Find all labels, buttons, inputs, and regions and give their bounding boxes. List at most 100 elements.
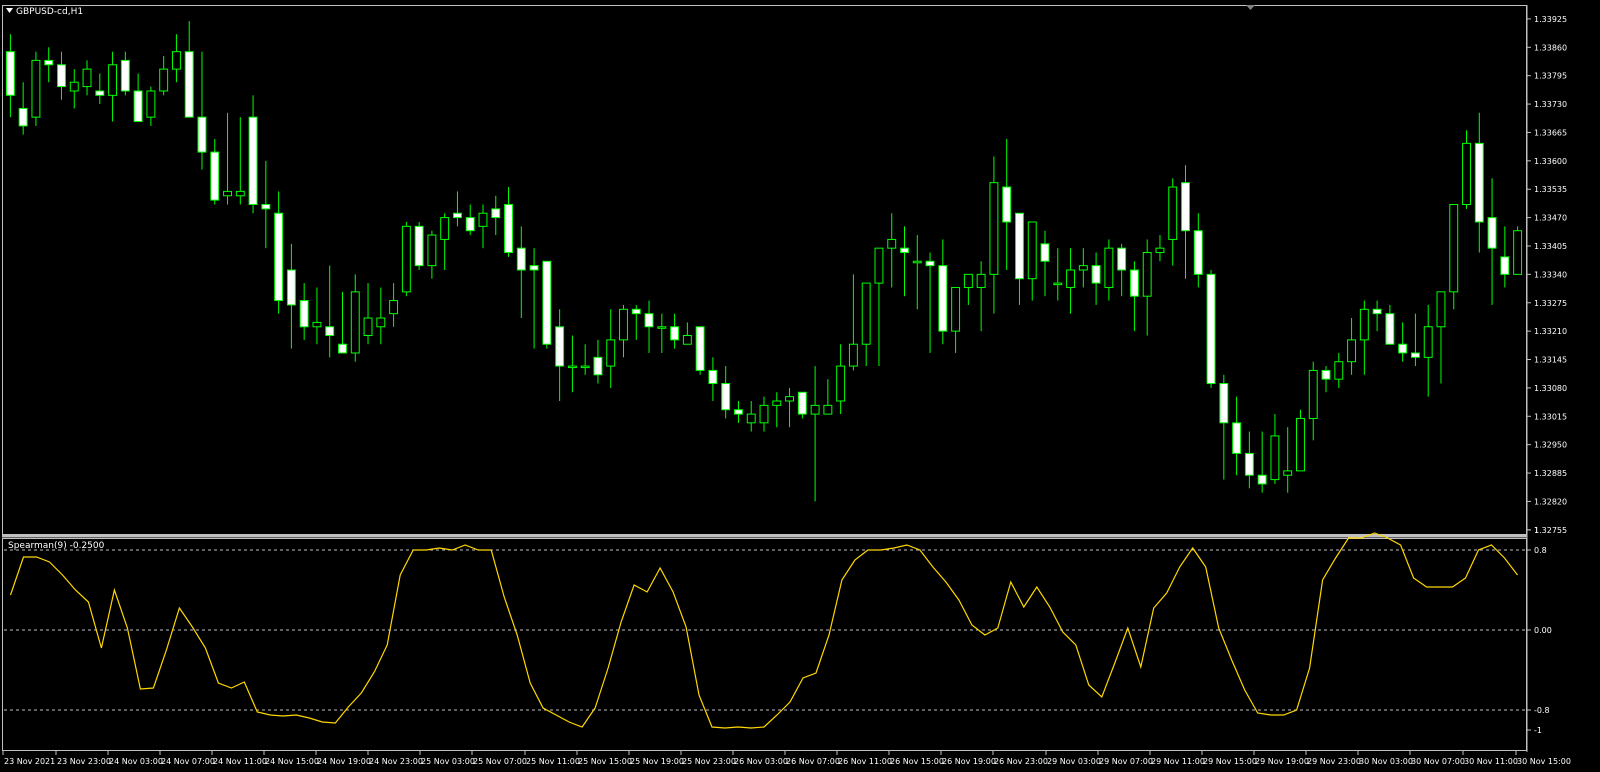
candle [1462, 130, 1471, 209]
indicator-tick-label: -0.8 [1534, 706, 1550, 715]
candle-body-bear [631, 308, 641, 315]
candle-body-bull [619, 308, 628, 341]
candle [721, 366, 731, 419]
candle-body-bull [363, 317, 373, 336]
candle-body-bull [785, 396, 795, 402]
candle-body-bull [1449, 204, 1459, 293]
candle [452, 191, 462, 227]
candle-body-bear [695, 326, 705, 371]
candle [1449, 204, 1459, 310]
candle-body-bear [1321, 369, 1331, 380]
time-tick-label: 29 Nov 19:00 [1255, 757, 1309, 766]
candle [1410, 313, 1420, 367]
candle [1474, 112, 1484, 253]
shift-marker-icon[interactable] [1246, 5, 1255, 10]
candle-body-bear [1040, 243, 1050, 262]
chart-window[interactable]: 1.33925 1.33860 1.33795 1.33730 1.33665 1.336… [0, 0, 1600, 768]
indicator-axis: 1 0.8 0.00 -0.8 -1 [1527, 526, 1552, 735]
candle-body-bull [657, 326, 667, 329]
price-tick-label: 1.32950 [1534, 441, 1567, 450]
candle [1015, 212, 1024, 305]
symbol-menu-triangle-icon[interactable] [6, 8, 13, 13]
candle [69, 69, 79, 109]
candle-body-bear [452, 212, 462, 219]
time-tick-label: 30 Nov 15:00 [1517, 757, 1571, 766]
symbol-label[interactable]: GBPUSD-cd,H1 [16, 7, 83, 17]
candle [57, 51, 66, 100]
candle-body-bear [708, 369, 718, 385]
candle [478, 204, 488, 249]
indicator-levels [4, 549, 1526, 711]
candle-body-bull [976, 273, 986, 288]
candle [108, 51, 118, 122]
candle-body-bear [1398, 343, 1408, 354]
candle [1155, 235, 1165, 262]
candle-body-bear [555, 326, 565, 367]
candle [593, 339, 603, 384]
candle-body-bear [133, 90, 143, 123]
indicator-label: Spearman(9) -0.2500 [8, 541, 105, 551]
time-tick-label: 23 Nov 2021 [4, 757, 55, 766]
candle-body-bear [900, 247, 909, 254]
candle-body-bull [912, 260, 922, 264]
candle [861, 282, 871, 367]
candle-body-bear [542, 260, 552, 345]
indicator-layer [9, 532, 1518, 729]
time-tick-label: 30 Nov 11:00 [1464, 757, 1518, 766]
indicator-tick-label: -1 [1534, 726, 1542, 735]
candle [529, 248, 539, 349]
price-tick-label: 1.33860 [1534, 43, 1567, 52]
chart-canvas[interactable]: 1.33925 1.33860 1.33795 1.33730 1.33665 1.336… [0, 0, 1600, 768]
candle-body-bear [1091, 265, 1101, 284]
candle [1513, 226, 1523, 275]
candle-body-bull [146, 90, 156, 118]
price-tick-label: 1.33275 [1534, 299, 1567, 308]
time-tick-label: 29 Nov 23:00 [1307, 757, 1361, 766]
candle [171, 34, 181, 83]
candle-body-bull [1296, 417, 1305, 472]
candle-body-bull [1066, 269, 1076, 288]
candle-body-bull [772, 400, 782, 406]
candle-body-bull [861, 282, 871, 345]
candle [1283, 427, 1293, 493]
candle-body-bull [1359, 308, 1369, 341]
candle [1040, 230, 1050, 297]
candle-body-bear [1002, 186, 1012, 223]
candle-body-bull [887, 238, 897, 249]
candle [1270, 414, 1280, 484]
candle [286, 243, 296, 349]
candle [580, 344, 590, 375]
candle [1372, 300, 1382, 332]
candle [644, 300, 654, 353]
candle [363, 283, 373, 345]
price-tick-label: 1.33080 [1534, 384, 1567, 393]
candle [1500, 226, 1510, 288]
candle-body-bear [120, 59, 130, 92]
time-tick-label: 25 Nov 23:00 [682, 757, 736, 766]
candle [197, 51, 207, 170]
candle [120, 51, 130, 96]
candle-body-bear [5, 51, 15, 96]
candle [567, 335, 577, 393]
candle-body-bull [963, 273, 973, 288]
price-tick-label: 1.33535 [1534, 185, 1567, 194]
time-tick-label: 29 Nov 15:00 [1203, 757, 1257, 766]
candle-body-bull [171, 51, 181, 70]
time-tick-label: 30 Nov 03:00 [1359, 757, 1413, 766]
candle [1027, 221, 1037, 301]
candle-body-bear [1206, 273, 1216, 385]
candle [389, 283, 399, 327]
candle-body-bull [580, 365, 590, 369]
candle [440, 213, 450, 270]
candle-body-bear [721, 383, 731, 411]
spearman-line [9, 532, 1518, 729]
candle-body-bear [95, 90, 105, 96]
candle [708, 357, 718, 401]
candle [1436, 291, 1446, 384]
price-tick-label: 1.33730 [1534, 100, 1567, 109]
candle [555, 309, 565, 401]
candle-body-bull [951, 286, 961, 332]
candle-body-bull [1283, 470, 1293, 476]
candle-body-bull [989, 182, 999, 275]
price-tick-label: 1.33145 [1534, 356, 1567, 365]
